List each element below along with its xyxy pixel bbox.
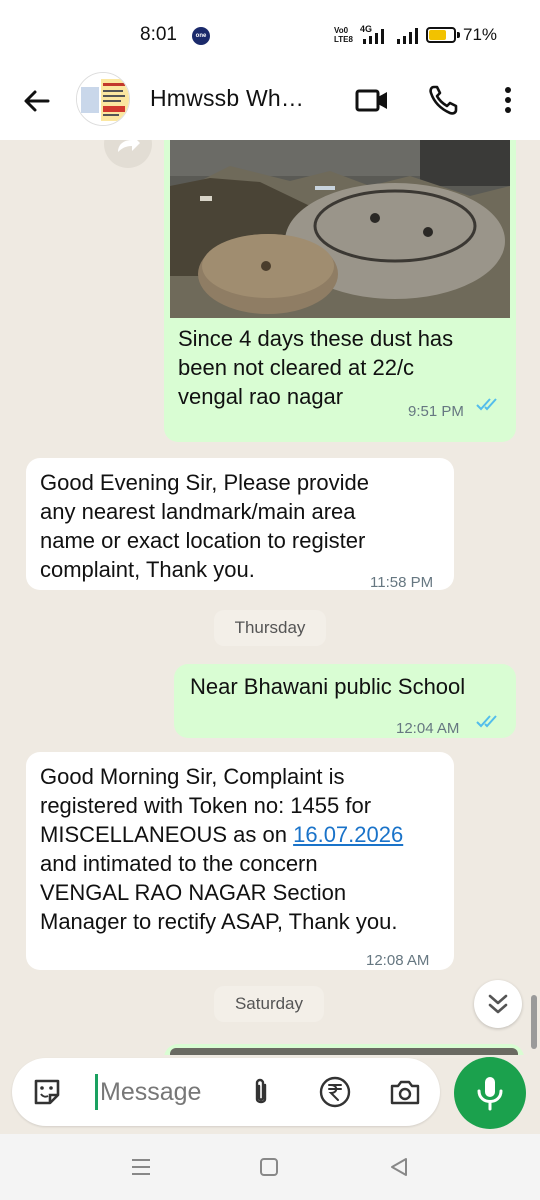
- read-receipt-icon: [476, 715, 497, 728]
- message-bubble-incoming[interactable]: Good Morning Sir, Complaint is registere…: [26, 752, 454, 970]
- attach-icon[interactable]: [244, 1075, 278, 1109]
- date-link[interactable]: 16.07.2026: [293, 822, 403, 847]
- battery-icon: [426, 27, 456, 43]
- back-arrow-icon[interactable]: [20, 84, 54, 118]
- status-bar: 8:01 one Vo0 LTE8 4G 71%: [0, 0, 540, 70]
- message-text: Good Evening Sir, Please provide any nea…: [40, 470, 369, 582]
- message-bubble-incoming[interactable]: Good Evening Sir, Please provide any nea…: [26, 458, 454, 591]
- message-text: Near Bhawani public School: [190, 674, 466, 699]
- svg-text:4G: 4G: [360, 24, 372, 34]
- back-nav-icon[interactable]: [386, 1154, 412, 1180]
- status-time: 8:01: [140, 24, 177, 45]
- contact-avatar-image: [77, 73, 129, 125]
- forward-button[interactable]: [104, 140, 152, 168]
- more-options-icon[interactable]: [490, 82, 526, 118]
- message-time: 11:58 PM: [370, 574, 434, 591]
- read-receipt-icon: [476, 398, 497, 411]
- mic-icon: [477, 1077, 503, 1111]
- message-time: 12:08 AM: [366, 952, 430, 969]
- network-label: Vo0 LTE8: [334, 26, 353, 44]
- mic-button[interactable]: [454, 1057, 526, 1129]
- home-icon[interactable]: [256, 1154, 282, 1180]
- video-call-icon[interactable]: [354, 82, 390, 118]
- recent-apps-icon[interactable]: [128, 1154, 154, 1180]
- system-nav-bar: [0, 1134, 540, 1200]
- phone-call-icon[interactable]: [426, 82, 462, 118]
- message-bubble-outgoing[interactable]: [164, 1044, 524, 1055]
- message-composer: [12, 1058, 440, 1126]
- contact-name[interactable]: Hmwssb Wh…: [150, 85, 304, 112]
- notification-app-icon: one: [192, 27, 210, 45]
- forward-icon: [118, 140, 140, 152]
- battery-percent: 71%: [463, 25, 498, 44]
- message-input[interactable]: [100, 1072, 240, 1112]
- message-text: Good Morning Sir, Complaint is registere…: [40, 764, 404, 934]
- message-time: 9:51 PM: [408, 403, 464, 420]
- message-photo[interactable]: [170, 140, 510, 318]
- double-chevron-down-icon: [488, 994, 508, 1014]
- sticker-icon[interactable]: [30, 1075, 64, 1109]
- scroll-to-bottom-button[interactable]: [474, 980, 522, 1028]
- message-photo[interactable]: [170, 1048, 518, 1055]
- rupee-payment-icon[interactable]: [318, 1075, 352, 1109]
- chat-header: Hmwssb Wh…: [0, 70, 540, 140]
- message-bubble-outgoing[interactable]: Since 4 days these dust has been not cle…: [164, 140, 516, 442]
- signal-bars-icon: [397, 28, 418, 44]
- signal-4g-icon: 4G: [360, 24, 384, 44]
- date-divider: Saturday: [214, 986, 324, 1022]
- message-bubble-outgoing[interactable]: Near Bhawani public School 12:04 AM: [174, 664, 516, 738]
- chat-area[interactable]: Since 4 days these dust has been not cle…: [0, 140, 540, 1055]
- scrollbar[interactable]: [531, 995, 537, 1049]
- camera-icon[interactable]: [388, 1075, 422, 1109]
- date-divider: Thursday: [214, 610, 326, 646]
- message-time: 12:04 AM: [396, 720, 460, 737]
- avatar[interactable]: [76, 72, 130, 126]
